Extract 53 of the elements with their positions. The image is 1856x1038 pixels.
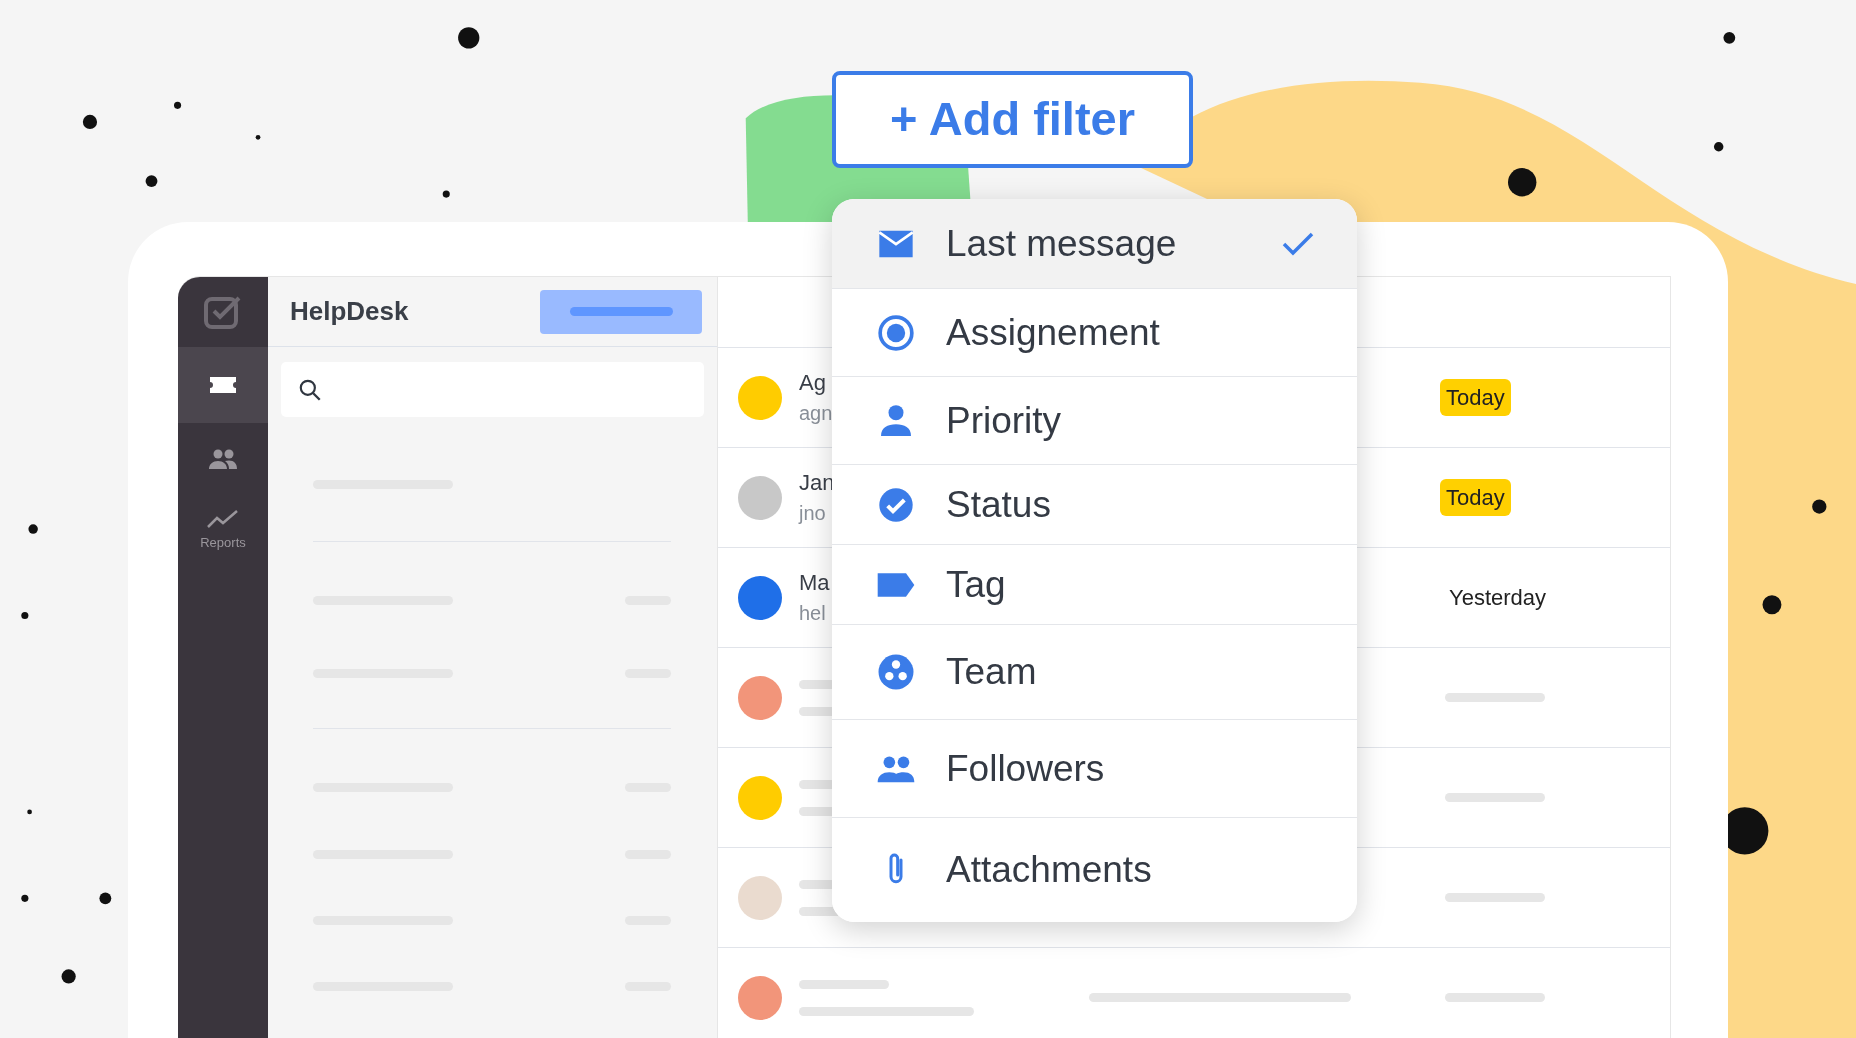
dot (1508, 168, 1537, 197)
date-badge: Today (1440, 479, 1511, 516)
date-label: Yesterday (1449, 584, 1547, 612)
contact-email: jno (799, 500, 826, 526)
add-filter-button[interactable]: + Add filter (832, 71, 1193, 168)
radio-icon (876, 312, 916, 353)
app-title: HelpDesk (290, 295, 409, 328)
contact-email: agn (799, 400, 833, 426)
dot (174, 101, 182, 109)
people-icon (208, 448, 238, 470)
avatar (738, 875, 782, 920)
dot (145, 175, 158, 187)
dot (442, 190, 450, 198)
logo-icon (203, 294, 243, 330)
dot (1812, 499, 1827, 514)
avatar (738, 675, 782, 720)
dot (1762, 595, 1782, 615)
contact-name: Ag (799, 369, 826, 397)
dot (1713, 142, 1724, 152)
sidebar-item[interactable] (178, 347, 268, 423)
avatar (738, 575, 782, 620)
ticket-icon (209, 375, 237, 395)
primary-button[interactable] (540, 289, 702, 334)
search-field[interactable] (281, 362, 704, 417)
chart-line-icon (207, 509, 239, 530)
avatar (738, 975, 782, 1020)
filter-option[interactable]: Assignement (832, 289, 1357, 377)
dot (1723, 31, 1736, 44)
team-icon (876, 652, 916, 692)
contact-name: Ma (799, 569, 830, 597)
dot (28, 524, 38, 534)
filter-option[interactable]: Last message (832, 199, 1357, 289)
filter-option[interactable]: Tag (832, 545, 1357, 625)
contact-email: hel (799, 600, 826, 626)
date-badge: Today (1440, 379, 1511, 416)
sidebar-item[interactable]: Reports (178, 495, 268, 567)
dot (21, 611, 29, 619)
filter-option[interactable]: Attachments (832, 818, 1357, 922)
dot (82, 114, 98, 129)
dot (27, 809, 32, 815)
checkmark-icon (1281, 230, 1315, 257)
avatar (738, 475, 782, 520)
filter-option[interactable]: Priority (832, 377, 1357, 465)
avatar (738, 775, 782, 820)
dot (99, 892, 112, 905)
avatar (738, 375, 782, 420)
dot (61, 969, 76, 984)
dot (458, 27, 480, 49)
dot (21, 894, 29, 902)
filter-option[interactable]: Status (832, 465, 1357, 545)
filter-option[interactable]: Followers (832, 720, 1357, 818)
dot (255, 134, 261, 140)
filter-option[interactable]: Team (832, 625, 1357, 720)
